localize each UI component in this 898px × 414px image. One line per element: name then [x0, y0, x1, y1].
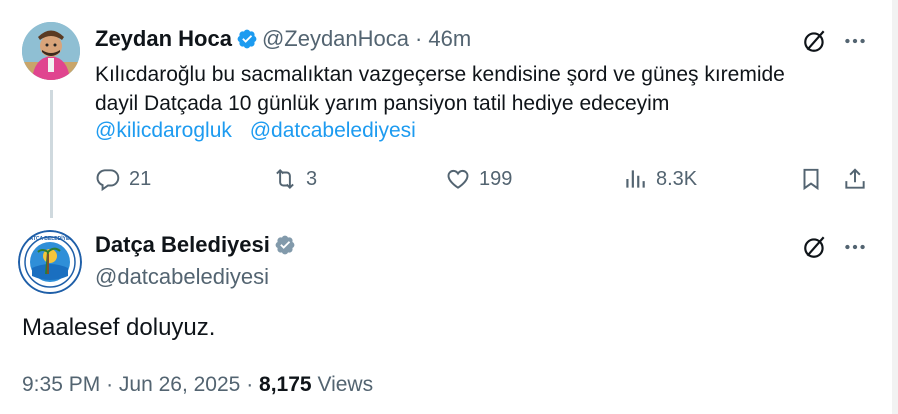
more-icon[interactable] — [842, 234, 868, 260]
bookmark-icon — [803, 168, 819, 191]
meta-separator: · — [246, 373, 254, 396]
tweet-text: Kılıcdaroğlu bu sacmalıktan vazgeçerse k… — [95, 60, 885, 118]
reply-author-handle[interactable]: @datcabelediyesi — [95, 264, 269, 290]
meta-separator: · — [106, 373, 114, 396]
svg-text:DATÇA BELEDİYESİ: DATÇA BELEDİYESİ — [26, 235, 75, 242]
tweet-text-line: Kılıcdaroğlu bu sacmalıktan vazgeçerse k… — [95, 63, 785, 86]
time-separator: · — [415, 26, 423, 51]
tweet-header: Zeydan Hoca @ZeydanHoca · 46m — [95, 26, 471, 52]
views-count: 8.3K — [656, 167, 698, 190]
reply-header: Datça Belediyesi — [95, 232, 300, 258]
share-icon — [845, 168, 865, 189]
reply-date[interactable]: Jun 26, 2025 — [119, 373, 240, 396]
zeydan-avatar[interactable] — [22, 22, 80, 80]
bookmark-action[interactable] — [798, 166, 832, 192]
tweet-time[interactable]: 46m — [428, 26, 471, 52]
reply-views-label: Views — [317, 373, 374, 396]
heart-icon — [447, 169, 469, 189]
author-handle[interactable]: @ZeydanHoca — [262, 26, 409, 52]
share-action[interactable] — [842, 166, 876, 192]
datca-avatar[interactable]: DATÇA BELEDİYESİ — [18, 230, 82, 294]
thread-connector-line — [50, 90, 53, 218]
like-action[interactable]: 199 — [445, 166, 512, 192]
tweet-corner-actions — [802, 28, 868, 54]
reply-text: Maalesef doluyuz. — [22, 314, 216, 341]
repost-action[interactable]: 3 — [272, 166, 317, 192]
reply-icon — [96, 169, 120, 192]
repost-icon — [276, 168, 294, 190]
tweet-mentions: @kilicdarogluk @datcabelediyesi — [95, 119, 428, 143]
author-name[interactable]: Zeydan Hoca — [95, 26, 232, 52]
reply-views-count: 8,175 — [259, 373, 312, 396]
grok-icon[interactable] — [802, 234, 828, 260]
scrollbar[interactable] — [892, 0, 898, 414]
verified-badge-icon — [237, 29, 257, 49]
reply-count: 21 — [129, 167, 152, 190]
views-action[interactable]: 8.3K — [622, 166, 697, 192]
reply-handle-row: @datcabelediyesi — [95, 264, 269, 290]
reply-meta: 9:35 PM · Jun 26, 2025 · 8,175 Views — [22, 373, 373, 397]
mention-link[interactable]: @kilicdarogluk — [95, 119, 232, 142]
views-icon — [626, 170, 645, 188]
mention-link[interactable]: @datcabelediyesi — [250, 119, 416, 142]
reply-time[interactable]: 9:35 PM — [22, 373, 100, 396]
more-icon[interactable] — [842, 28, 868, 54]
grok-icon[interactable] — [802, 28, 828, 54]
reply-author-name[interactable]: Datça Belediyesi — [95, 232, 270, 258]
tweet-text-line: dayil Datçada 10 günlük yarım pansiyon t… — [95, 92, 670, 115]
reply-corner-actions — [802, 234, 868, 260]
reply-action[interactable]: 21 — [95, 166, 151, 192]
repost-count: 3 — [306, 167, 318, 190]
verified-gray-badge-icon — [275, 235, 295, 255]
like-count: 199 — [479, 167, 513, 190]
